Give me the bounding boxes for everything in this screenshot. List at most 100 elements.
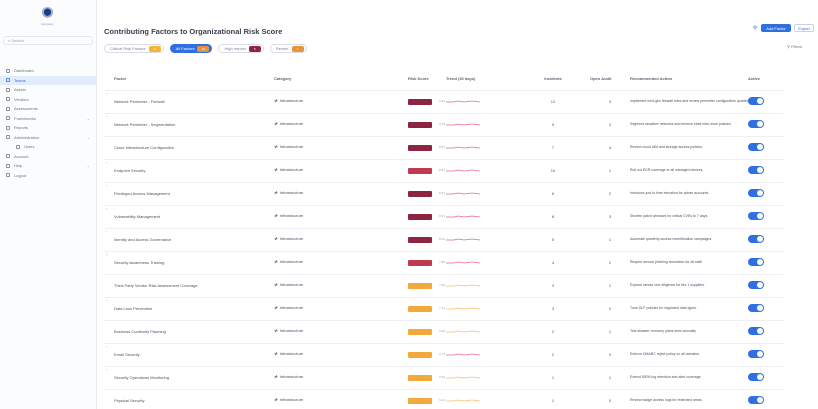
chip-count-badge: 7 — [291, 45, 304, 52]
filter-chip-all-factors[interactable]: All Factors 24 — [169, 44, 213, 53]
active-cell — [748, 182, 784, 206]
expand-chevron-icon[interactable]: › — [106, 114, 107, 119]
filter-chip-high-impact[interactable]: High Impact 5 — [218, 44, 264, 53]
audit-cell: 1 — [590, 228, 630, 252]
col-header-audit[interactable]: Open Audit — [590, 68, 630, 91]
trend-line — [446, 307, 480, 309]
col-header-active[interactable]: Active — [748, 68, 784, 91]
table-row[interactable]: Third-Party Vendor Risk Assessment Cover… — [104, 274, 784, 298]
sidebar-item-users[interactable]: Users — [0, 142, 96, 152]
filter-chip-recent[interactable]: Recent 7 — [269, 44, 307, 53]
expand-chevron-icon[interactable]: › — [106, 91, 107, 96]
active-toggle[interactable] — [748, 143, 764, 151]
category-label: Infrastructure — [279, 282, 304, 287]
score-cell: 6.98 — [408, 320, 446, 344]
table-row[interactable]: › Vulnerability Management 🖈 Infrastructure… — [104, 205, 784, 229]
active-toggle[interactable] — [748, 350, 764, 358]
trend-sparkline — [446, 261, 480, 263]
expand-chevron-icon[interactable]: › — [106, 367, 107, 372]
sidebar-item-label: Account — [14, 153, 29, 159]
expand-chevron-icon[interactable]: › — [106, 344, 107, 349]
risk-score-value: 6.12 — [439, 397, 445, 402]
table-row[interactable]: Physical Security 🖈 Infrastructure 6.12 1 0 Re… — [104, 389, 784, 409]
nav-item-icon — [6, 173, 10, 178]
active-cell — [748, 228, 784, 252]
add-factor-button[interactable]: Add Factor — [761, 24, 791, 32]
table-row[interactable]: › Network Perimeter - Segmentation 🖈 Infras… — [104, 113, 784, 137]
col-header-score[interactable]: Risk Score — [408, 68, 446, 91]
col-header-incidents[interactable]: Incidents — [516, 68, 590, 91]
table-row[interactable]: › Endpoint Security 🖈 Infrastructure 8.64 10 1… — [104, 159, 784, 183]
category-label: Infrastructure — [279, 144, 304, 149]
active-toggle[interactable] — [748, 304, 764, 312]
audit-cell: 0 — [590, 297, 630, 321]
active-toggle[interactable] — [748, 281, 764, 289]
col-header-trend[interactable]: Trend (30 days) — [446, 68, 516, 91]
sidebar-item-reports[interactable]: Reports — [0, 123, 96, 133]
page-title: Contributing Factors to Organizational R… — [104, 27, 283, 36]
table-row[interactable]: › Network Perimeter - Firewall 🖈 Infrastruc… — [104, 90, 784, 114]
active-toggle[interactable] — [748, 97, 764, 105]
factor-cell: › Security Operations Monitoring — [104, 366, 274, 390]
table-row[interactable]: › Email Security 🖈 Infrastructure 6.74 2 0 Enfo… — [104, 343, 784, 367]
active-toggle[interactable] — [748, 327, 764, 335]
expand-chevron-icon[interactable]: › — [106, 160, 107, 165]
settings-gear-icon[interactable]: ⚙ — [752, 25, 758, 31]
nav-item-icon — [6, 154, 10, 159]
recommended-action: Automate quarterly access recertificatio… — [630, 228, 748, 252]
sidebar-item-logout[interactable]: Logout — [0, 171, 96, 181]
expand-chevron-icon[interactable]: › — [106, 252, 107, 257]
audit-cell: 0 — [590, 389, 630, 409]
col-header-category[interactable]: Category — [274, 68, 408, 91]
company-logo[interactable]: Company — [36, 7, 58, 31]
chip-label: All Factors — [175, 46, 195, 51]
active-toggle[interactable] — [748, 212, 764, 220]
active-toggle[interactable] — [748, 396, 764, 404]
table-row[interactable]: › Security Operations Monitoring 🖈 Infrastr… — [104, 366, 784, 390]
factor-cell: › Security Awareness Training — [104, 251, 274, 275]
active-toggle[interactable] — [748, 189, 764, 197]
active-toggle[interactable] — [748, 166, 764, 174]
nav-item-icon — [6, 135, 10, 140]
sidebar: Company ⌕ Search Dashboard Teams Assets Ven… — [0, 0, 97, 409]
expand-chevron-icon[interactable]: › — [106, 298, 107, 303]
table-row[interactable]: Business Continuity Planning 🖈 Infrastruct… — [104, 320, 784, 344]
incidents-cell: 12 — [516, 90, 590, 114]
table-row[interactable]: › Security Awareness Training 🖈 Infrastruct… — [104, 251, 784, 275]
sidebar-item-teams[interactable]: Teams — [0, 75, 96, 85]
active-toggle[interactable] — [748, 235, 764, 243]
filter-link[interactable]: ⚲ Filters — [787, 44, 802, 49]
active-toggle[interactable] — [748, 120, 764, 128]
sidebar-item-frameworks[interactable]: Frameworks ⌄ — [0, 114, 96, 124]
sidebar-item-account[interactable]: Account — [0, 152, 96, 162]
sidebar-search-input[interactable]: ⌕ Search — [3, 36, 93, 45]
sidebar-item-label: Teams — [14, 77, 26, 83]
incidents-cell: 2 — [516, 320, 590, 344]
sidebar-item-administration[interactable]: Administration ⌄ — [0, 133, 96, 143]
table-row[interactable]: › Privileged Access Management 🖈 Infrastruc… — [104, 182, 784, 206]
expand-chevron-icon[interactable]: › — [106, 229, 107, 234]
table-row[interactable]: › Identity and Access Governance 🖈 Infrastr… — [104, 228, 784, 252]
sidebar-item-help[interactable]: Help ⌄ — [0, 161, 96, 171]
score-cell: 7.45 — [408, 274, 446, 298]
incidents-cell: 6 — [516, 182, 590, 206]
category-label: Infrastructure — [279, 98, 304, 103]
table-row[interactable]: › Data Loss Prevention 🖈 Infrastructure 7.21… — [104, 297, 784, 321]
filter-chip-critical-risk-factors[interactable]: Critical Risk Factors 3 — [104, 44, 164, 53]
table-row[interactable]: Cloud Infrastructure Configuration 🖈 Infra… — [104, 136, 784, 160]
sidebar-item-vendors[interactable]: Vendors — [0, 95, 96, 105]
expand-chevron-icon[interactable]: › — [106, 206, 107, 211]
export-button[interactable]: Export — [794, 24, 814, 32]
expand-chevron-icon[interactable]: › — [106, 183, 107, 188]
active-toggle[interactable] — [748, 258, 764, 266]
trend-cell — [446, 205, 516, 229]
active-toggle[interactable] — [748, 373, 764, 381]
col-header-action[interactable]: Recommended Action — [630, 68, 748, 91]
sidebar-item-assets[interactable]: Assets — [0, 85, 96, 95]
audit-cell: 1 — [590, 320, 630, 344]
category-icon: 🖈 — [274, 213, 278, 218]
col-header-factor[interactable]: Factor — [104, 68, 274, 91]
factors-table: Factor Category Risk Score Trend (30 day… — [104, 68, 784, 409]
sidebar-item-assessments[interactable]: Assessments — [0, 104, 96, 114]
sidebar-item-dashboard[interactable]: Dashboard — [0, 66, 96, 76]
